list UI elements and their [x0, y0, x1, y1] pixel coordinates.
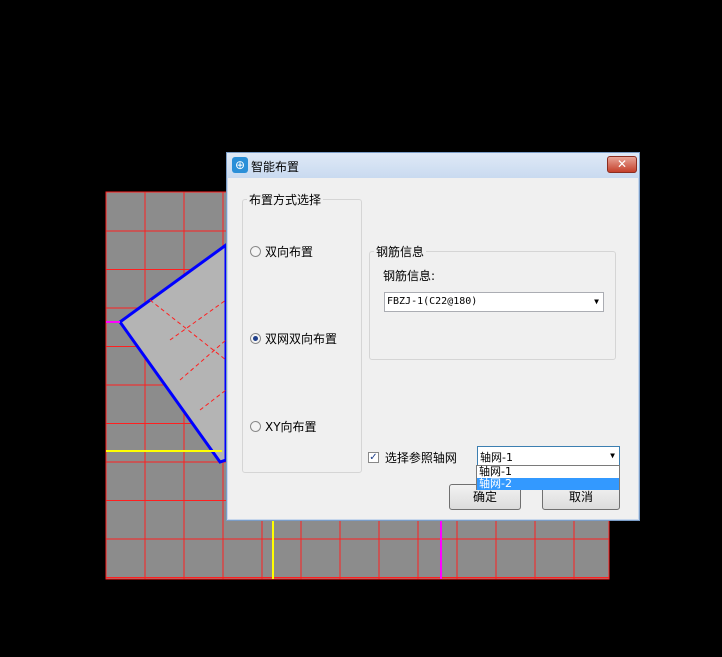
title-bar[interactable]: ⊕ 智能布置 ✕ [227, 153, 639, 178]
chevron-down-icon[interactable]: ▼ [594, 297, 599, 306]
dropdown-item-axis-grid-2[interactable]: 轴网-2 [477, 478, 619, 490]
radio-double-mesh-label: 双网双向布置 [265, 332, 338, 346]
radio-two-way-label: 双向布置 [265, 245, 314, 259]
chevron-down-icon[interactable]: ▼ [610, 451, 615, 460]
layout-icon: ⊕ [232, 157, 248, 173]
rebar-combo[interactable]: FBZJ-1(C22@180) ▼ [384, 292, 604, 312]
axis-grid-checkbox-label: 选择参照轴网 [384, 451, 457, 465]
radio-xy-indicator[interactable] [250, 421, 261, 432]
close-button[interactable]: ✕ [607, 156, 637, 173]
dialog-title: 智能布置 [251, 160, 300, 174]
rebar-combo-value: FBZJ-1(C22@180) [387, 296, 478, 307]
radio-double-mesh-indicator[interactable] [250, 333, 261, 344]
axis-grid-combo-value: 轴网-1 [480, 451, 513, 464]
layout-method-legend: 布置方式选择 [247, 191, 324, 208]
axis-grid-checkbox-row[interactable]: ✓ 选择参照轴网 [368, 449, 457, 466]
rebar-field-label: 钢筋信息: [383, 269, 436, 283]
radio-two-way[interactable]: 双向布置 [250, 243, 313, 259]
radio-two-way-indicator[interactable] [250, 246, 261, 257]
rebar-info-legend: 钢筋信息 [374, 243, 427, 260]
radio-xy[interactable]: XY向布置 [250, 418, 317, 434]
axis-grid-dropdown-list[interactable]: 轴网-1 轴网-2 [476, 465, 620, 490]
axis-grid-checkbox[interactable]: ✓ [368, 452, 379, 463]
radio-double-mesh[interactable]: 双网双向布置 [250, 330, 337, 346]
radio-xy-label: XY向布置 [265, 420, 317, 434]
axis-grid-combo[interactable]: 轴网-1 ▼ [477, 446, 620, 466]
